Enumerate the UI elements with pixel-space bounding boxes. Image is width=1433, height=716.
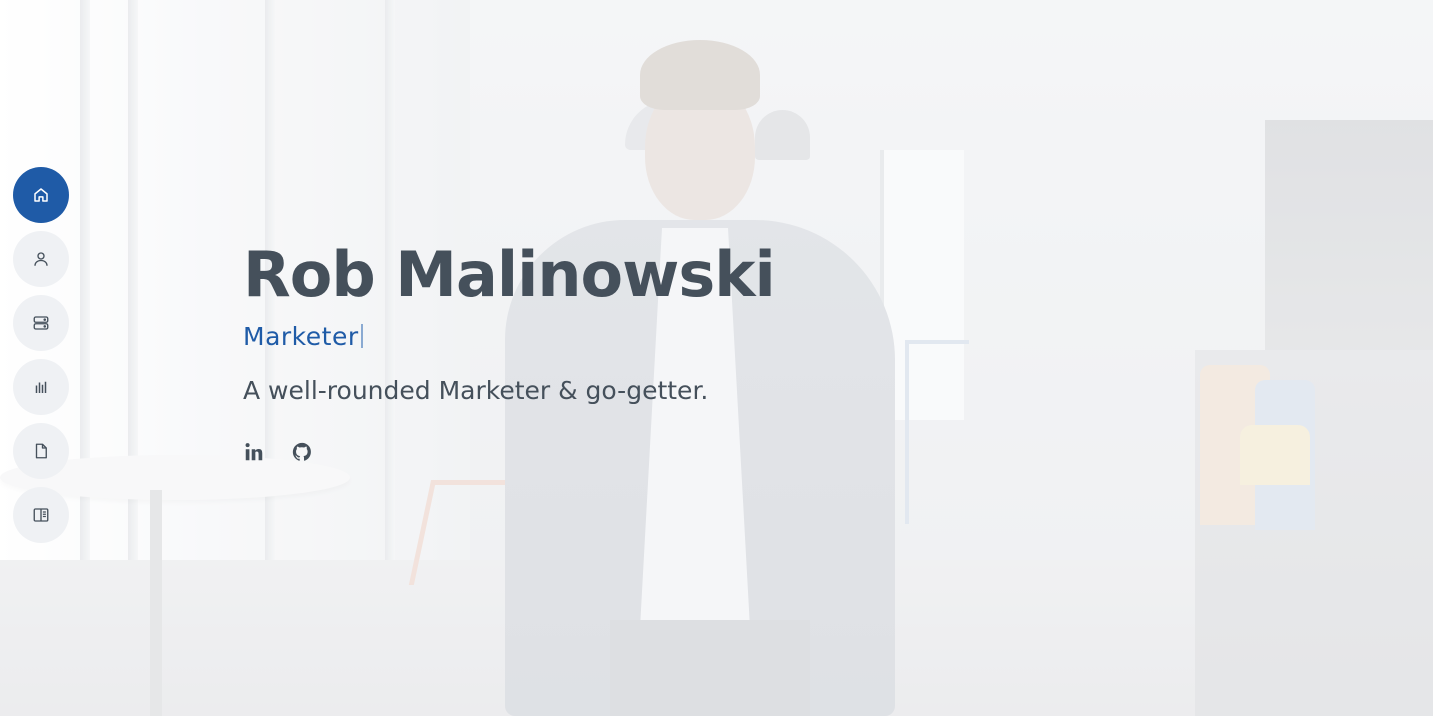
github-icon [292,442,311,461]
hero-role-line: Marketer [243,321,775,353]
linkedin-link[interactable] [243,441,265,463]
github-link[interactable] [291,441,313,463]
layout-icon [33,508,49,522]
file-icon [35,443,47,459]
nav-resume-button[interactable] [13,295,69,351]
bar-chart-icon [35,381,47,393]
nav-skills-button[interactable] [13,359,69,415]
hero-section: Rob Malinowski Marketer A well-rounded M… [0,0,1433,716]
social-links [243,441,775,463]
hero-name: Rob Malinowski [243,238,776,311]
person-icon [34,252,48,266]
hero-role: Marketer [243,322,359,351]
server-icon [33,316,49,330]
side-nav [13,167,69,543]
nav-portfolio-button[interactable] [13,487,69,543]
hero-content: Rob Malinowski Marketer A well-rounded M… [243,236,776,463]
linkedin-icon [245,443,263,461]
nav-documents-button[interactable] [13,423,69,479]
nav-about-button[interactable] [13,231,69,287]
typed-cursor [360,324,363,348]
nav-home-button[interactable] [13,167,69,223]
hero-tagline: A well-rounded Marketer & go-getter. [243,376,709,405]
home-icon [34,188,48,202]
